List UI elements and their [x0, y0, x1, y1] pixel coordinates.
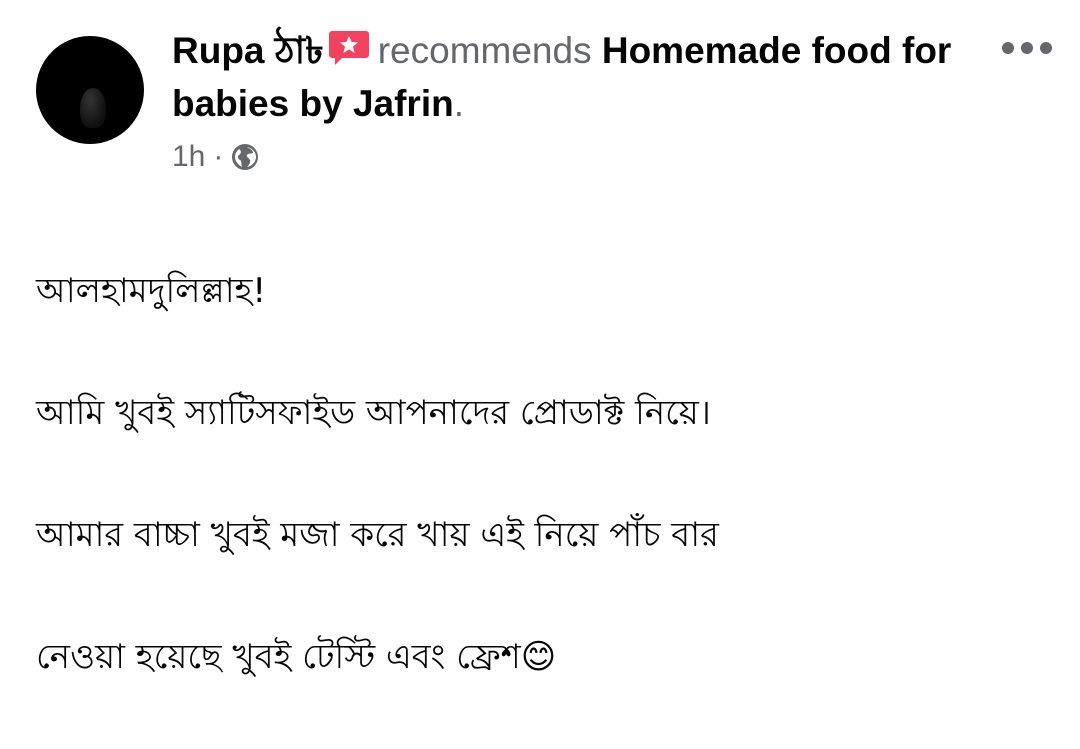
more-dot — [1021, 42, 1033, 54]
post-body: আলহামদুলিল্লাহ! আমি খুবই স্যাটিসফাইড আপন… — [36, 200, 1046, 749]
meta-separator: · — [213, 140, 224, 173]
avatar-silhouette — [80, 88, 106, 128]
post-timestamp[interactable]: 1h — [172, 140, 205, 174]
title-period: . — [453, 83, 464, 124]
post-line-1: আলহামদুলিল্লাহ! — [36, 271, 267, 311]
author-name[interactable]: Rupa ঠা৳ — [172, 30, 324, 71]
more-dot — [1002, 42, 1014, 54]
post-line-3: আমার বাচ্চা খুবই মজা করে খায় এই নিয়ে প… — [36, 515, 719, 555]
more-dot — [1040, 42, 1052, 54]
recommends-verb: recommends — [377, 30, 592, 71]
globe-icon[interactable] — [231, 143, 259, 171]
post-meta: 1h · — [172, 140, 259, 174]
post-title: Rupa ঠা৳ recommends Homemade food for ba… — [172, 24, 952, 130]
recommend-star-speech-icon — [328, 31, 369, 65]
post-line-2: আমি খুবই স্যাটিসফাইড আপনাদের প্রোডাক্ট ন… — [36, 393, 711, 433]
more-options-button[interactable] — [1002, 42, 1052, 54]
post-line-4: নেওয়া হয়েছে খুবই টেস্টি এবং ফ্রেশ😊 — [36, 637, 557, 677]
avatar[interactable]: ✿ — [36, 36, 144, 144]
